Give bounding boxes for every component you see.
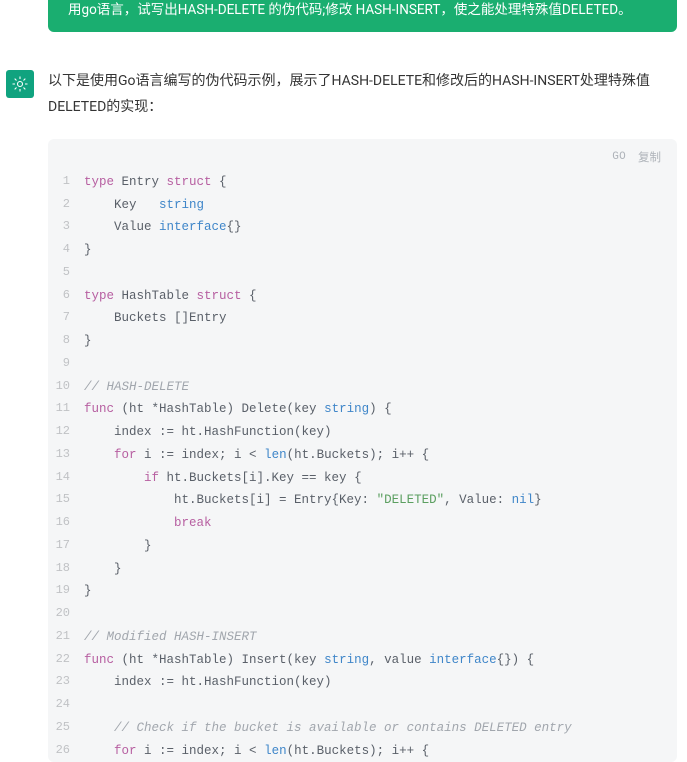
code-text: [84, 694, 677, 717]
code-line: 12 index := ht.HashFunction(key): [48, 421, 677, 444]
line-number: 5: [48, 262, 84, 285]
code-line: 14 if ht.Buckets[i].Key == key {: [48, 467, 677, 490]
code-line: 4}: [48, 239, 677, 262]
code-text: for i := index; i < len(ht.Buckets); i++…: [84, 444, 677, 467]
code-line: 18 }: [48, 558, 677, 581]
code-text: }: [84, 580, 677, 603]
code-text: }: [84, 239, 677, 262]
line-number: 26: [48, 740, 84, 762]
code-line: 6type HashTable struct {: [48, 285, 677, 308]
line-number: 12: [48, 421, 84, 444]
line-number: 25: [48, 717, 84, 740]
line-number: 10: [48, 376, 84, 399]
code-line: 24: [48, 694, 677, 717]
code-line: 10// HASH-DELETE: [48, 376, 677, 399]
line-number: 4: [48, 239, 84, 262]
code-line: 1type Entry struct {: [48, 171, 677, 194]
code-line: 21// Modified HASH-INSERT: [48, 626, 677, 649]
code-text: }: [84, 535, 677, 558]
code-line: 7 Buckets []Entry: [48, 307, 677, 330]
code-line: 3 Value interface{}: [48, 216, 677, 239]
code-header: GO 复制: [48, 149, 677, 171]
line-number: 22: [48, 649, 84, 672]
code-text: [84, 353, 677, 376]
code-text: index := ht.HashFunction(key): [84, 421, 677, 444]
code-text: // Check if the bucket is available or c…: [84, 717, 677, 740]
code-text: if ht.Buckets[i].Key == key {: [84, 467, 677, 490]
code-line: 23 index := ht.HashFunction(key): [48, 671, 677, 694]
code-line: 19}: [48, 580, 677, 603]
line-number: 23: [48, 671, 84, 694]
line-number: 18: [48, 558, 84, 581]
code-text: }: [84, 558, 677, 581]
line-number: 16: [48, 512, 84, 535]
language-label: GO: [612, 151, 626, 163]
code-text: func (ht *HashTable) Insert(key string, …: [84, 649, 677, 672]
code-text: Value interface{}: [84, 216, 677, 239]
code-text: break: [84, 512, 677, 535]
copy-label: 复制: [638, 149, 661, 165]
code-text: Buckets []Entry: [84, 307, 677, 330]
code-line: 8}: [48, 330, 677, 353]
code-line: 13 for i := index; i < len(ht.Buckets); …: [48, 444, 677, 467]
code-line: 9: [48, 353, 677, 376]
code-text: ht.Buckets[i] = Entry{Key: "DELETED", Va…: [84, 489, 677, 512]
code-text: // Modified HASH-INSERT: [84, 626, 677, 649]
response-intro: 以下是使用Go语言编写的伪代码示例，展示了HASH-DELETE和修改后的HAS…: [48, 68, 677, 121]
line-number: 21: [48, 626, 84, 649]
code-text: for i := index; i < len(ht.Buckets); i++…: [84, 740, 677, 762]
code-line: 26 for i := index; i < len(ht.Buckets); …: [48, 740, 677, 762]
code-text: type Entry struct {: [84, 171, 677, 194]
line-number: 9: [48, 353, 84, 376]
line-number: 15: [48, 489, 84, 512]
code-line: 16 break: [48, 512, 677, 535]
line-number: 1: [48, 171, 84, 194]
code-block: GO 复制 1type Entry struct {2 Key string3 …: [48, 139, 677, 762]
code-text: }: [84, 330, 677, 353]
line-number: 11: [48, 398, 84, 421]
code-line: 25 // Check if the bucket is available o…: [48, 717, 677, 740]
line-number: 17: [48, 535, 84, 558]
user-prompt: 用go语言，试写出HASH-DELETE 的伪代码;修改 HASH-INSERT…: [48, 0, 677, 32]
line-number: 7: [48, 307, 84, 330]
code-text: Key string: [84, 194, 677, 217]
assistant-response: 以下是使用Go语言编写的伪代码示例，展示了HASH-DELETE和修改后的HAS…: [0, 68, 687, 762]
assistant-avatar-icon: [10, 74, 30, 94]
prompt-text: 用go语言，试写出HASH-DELETE 的伪代码;修改 HASH-INSERT…: [68, 2, 632, 18]
code-line: 22func (ht *HashTable) Insert(key string…: [48, 649, 677, 672]
line-number: 2: [48, 194, 84, 217]
code-text: // HASH-DELETE: [84, 376, 677, 399]
line-number: 20: [48, 603, 84, 626]
code-text: type HashTable struct {: [84, 285, 677, 308]
code-line: 11func (ht *HashTable) Delete(key string…: [48, 398, 677, 421]
line-number: 8: [48, 330, 84, 353]
code-content: 1type Entry struct {2 Key string3 Value …: [48, 171, 677, 762]
code-line: 5: [48, 262, 677, 285]
line-number: 24: [48, 694, 84, 717]
code-text: func (ht *HashTable) Delete(key string) …: [84, 398, 677, 421]
code-line: 17 }: [48, 535, 677, 558]
code-text: [84, 603, 677, 626]
code-text: index := ht.HashFunction(key): [84, 671, 677, 694]
code-line: 15 ht.Buckets[i] = Entry{Key: "DELETED",…: [48, 489, 677, 512]
assistant-avatar: [6, 70, 34, 98]
line-number: 13: [48, 444, 84, 467]
line-number: 19: [48, 580, 84, 603]
line-number: 14: [48, 467, 84, 490]
line-number: 3: [48, 216, 84, 239]
copy-button[interactable]: 复制: [638, 149, 661, 165]
code-line: 20: [48, 603, 677, 626]
line-number: 6: [48, 285, 84, 308]
code-text: [84, 262, 677, 285]
code-line: 2 Key string: [48, 194, 677, 217]
